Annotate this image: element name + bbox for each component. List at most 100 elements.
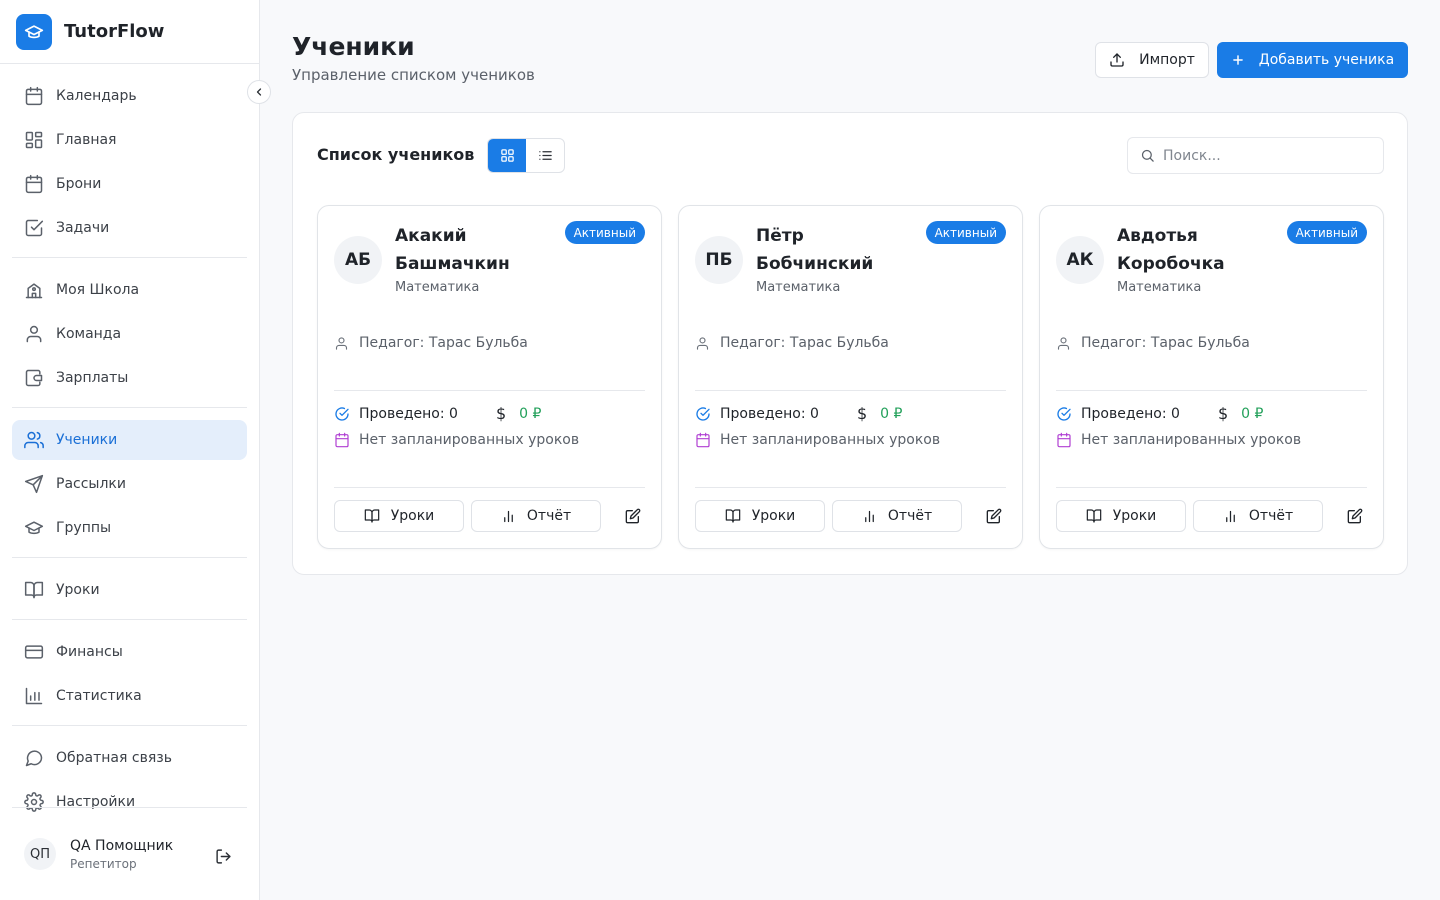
list-view-button[interactable] bbox=[526, 139, 564, 172]
balance: $0 ₽ bbox=[857, 404, 902, 423]
lessons-button[interactable]: Уроки bbox=[695, 500, 825, 532]
balance-amount: 0 ₽ bbox=[1241, 405, 1264, 422]
sidebar-item-4-0[interactable]: Финансы bbox=[12, 632, 247, 672]
lessons-button[interactable]: Уроки bbox=[334, 500, 464, 532]
balance-amount: 0 ₽ bbox=[519, 405, 542, 422]
bar-chart-icon bbox=[865, 510, 874, 522]
student-card[interactable]: АК Авдотья Коробочка Математика Активный Педа… bbox=[1039, 205, 1384, 549]
book-icon bbox=[24, 581, 44, 599]
add-student-button[interactable]: Добавить ученика bbox=[1217, 42, 1408, 78]
sidebar-item-0-0[interactable]: Календарь bbox=[12, 76, 247, 116]
held-count: Проведено: 0 bbox=[359, 405, 458, 422]
student-first-name: Пётр bbox=[756, 226, 804, 246]
stats-row: Проведено: 0 $0 ₽ bbox=[1056, 404, 1263, 423]
teacher-row: Педагог: Тарас Бульба bbox=[334, 335, 528, 351]
sidebar-item-2-0[interactable]: Ученики bbox=[12, 420, 247, 460]
nav-divider bbox=[12, 725, 247, 726]
sidebar-item-5-0[interactable]: Обратная связь bbox=[12, 738, 247, 778]
bar-chart-icon bbox=[504, 510, 513, 522]
sidebar-item-1-1[interactable]: Команда bbox=[12, 314, 247, 354]
sidebar-item-3-0[interactable]: Уроки bbox=[12, 570, 247, 610]
list-icon bbox=[538, 151, 552, 160]
report-button[interactable]: Отчёт bbox=[471, 500, 601, 532]
report-button[interactable]: Отчёт bbox=[1193, 500, 1323, 532]
edit-button[interactable] bbox=[621, 504, 645, 528]
sidebar-item-0-3[interactable]: Задачи bbox=[12, 208, 247, 248]
student-name[interactable]: Акакий Башмачкин bbox=[395, 222, 555, 278]
sidebar-item-label: Рассылки bbox=[56, 476, 126, 492]
dollar-icon: $ bbox=[856, 404, 868, 423]
divider bbox=[695, 390, 1006, 391]
calendar-icon bbox=[25, 174, 43, 194]
sidebar-item-1-2[interactable]: Зарплаты bbox=[12, 358, 247, 398]
sidebar-nav: Календарь Главная Брони Задачи Моя Школа Кома… bbox=[0, 64, 259, 822]
planned-lessons-label: Нет запланированных уроков bbox=[1081, 432, 1302, 448]
sidebar-item-label: Группы bbox=[56, 520, 112, 536]
edit-button[interactable] bbox=[982, 504, 1006, 528]
student-avatar: ПБ bbox=[695, 236, 743, 284]
planned-lessons-label: Нет запланированных уроков bbox=[720, 432, 941, 448]
divider bbox=[1056, 390, 1367, 391]
student-last-name: Коробочка bbox=[1117, 254, 1225, 274]
student-name[interactable]: Авдотья Коробочка bbox=[1117, 222, 1277, 278]
sidebar-item-label: Главная bbox=[56, 132, 117, 148]
student-subject: Математика bbox=[1117, 280, 1202, 295]
user-icon bbox=[26, 325, 42, 343]
users-icon bbox=[24, 430, 44, 450]
nav-divider bbox=[12, 557, 247, 558]
students-grid: АБ Акакий Башмачкин Математика Активный Педаг… bbox=[317, 205, 1384, 549]
sidebar-item-2-1[interactable]: Рассылки bbox=[12, 464, 247, 504]
dashboard-icon bbox=[25, 131, 43, 149]
sidebar-item-label: Статистика bbox=[56, 688, 142, 704]
send-icon bbox=[24, 474, 44, 494]
student-name[interactable]: Пётр Бобчинский bbox=[756, 222, 916, 278]
collapse-sidebar-button[interactable] bbox=[247, 80, 271, 104]
avatar: QП bbox=[24, 838, 56, 870]
credit-card-icon bbox=[24, 645, 44, 659]
app-name: TutorFlow bbox=[64, 21, 165, 42]
calendar-icon bbox=[24, 174, 44, 194]
student-subject: Математика bbox=[756, 280, 841, 295]
lessons-button[interactable]: Уроки bbox=[1056, 500, 1186, 532]
upload-icon bbox=[1110, 53, 1124, 67]
school-icon bbox=[24, 280, 44, 300]
calendar-icon bbox=[335, 432, 349, 448]
message-icon bbox=[25, 750, 43, 767]
sidebar-item-4-1[interactable]: Статистика bbox=[12, 676, 247, 716]
grid-view-button[interactable] bbox=[488, 139, 526, 172]
sidebar-item-label: Финансы bbox=[56, 644, 123, 660]
book-icon bbox=[24, 580, 44, 600]
lessons-button-label: Уроки bbox=[751, 508, 796, 524]
report-button[interactable]: Отчёт bbox=[832, 500, 962, 532]
grid-icon bbox=[500, 149, 514, 162]
student-card[interactable]: АБ Акакий Башмачкин Математика Активный Педаг… bbox=[317, 205, 662, 549]
view-toggle bbox=[487, 138, 565, 173]
student-last-name: Башмачкин bbox=[395, 254, 510, 274]
student-card[interactable]: ПБ Пётр Бобчинский Математика Активный Педаго… bbox=[678, 205, 1023, 549]
nav-divider bbox=[12, 257, 247, 258]
graduation-cap-icon bbox=[16, 13, 52, 50]
plus-icon bbox=[1232, 55, 1243, 65]
sidebar-item-0-2[interactable]: Брони bbox=[12, 164, 247, 204]
logout-button[interactable] bbox=[211, 844, 235, 868]
import-button[interactable]: Импорт bbox=[1095, 42, 1209, 78]
student-first-name: Авдотья bbox=[1117, 226, 1198, 246]
lessons-button-label: Уроки bbox=[1112, 508, 1157, 524]
sidebar-item-1-0[interactable]: Моя Школа bbox=[12, 270, 247, 310]
edit-button[interactable] bbox=[1343, 504, 1367, 528]
brand[interactable]: TutorFlow bbox=[0, 0, 259, 64]
user-icon bbox=[24, 324, 44, 344]
search-input[interactable] bbox=[1163, 147, 1363, 164]
users-icon bbox=[24, 431, 44, 449]
edit-icon bbox=[1347, 508, 1363, 524]
status-badge: Активный bbox=[564, 221, 645, 244]
sidebar-item-label: Брони bbox=[56, 176, 102, 192]
sidebar-item-2-2[interactable]: Группы bbox=[12, 508, 247, 548]
report-button-label: Отчёт bbox=[526, 508, 572, 524]
sidebar-item-label: Задачи bbox=[56, 220, 110, 236]
student-subject: Математика bbox=[395, 280, 480, 295]
divider bbox=[334, 487, 645, 488]
students-panel: Список учеников АБ Акакий Башмачкин Математ… bbox=[292, 112, 1408, 575]
dollar-icon: $ bbox=[1217, 404, 1229, 423]
sidebar-item-0-1[interactable]: Главная bbox=[12, 120, 247, 160]
